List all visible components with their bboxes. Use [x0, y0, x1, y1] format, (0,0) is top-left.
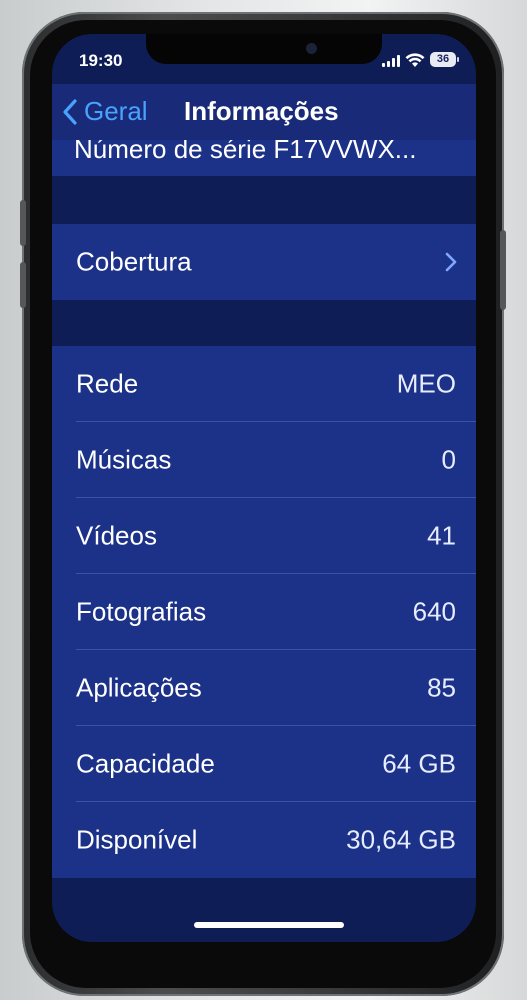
coverage-row[interactable]: Cobertura — [52, 224, 476, 300]
info-row-label: Disponível — [76, 824, 198, 855]
back-button[interactable]: Geral — [62, 96, 148, 127]
info-row-value: 41 — [427, 520, 456, 551]
notch — [146, 34, 382, 64]
info-row-0: Rede MEO — [52, 346, 476, 422]
info-row-label: Vídeos — [76, 520, 157, 551]
info-row-value: 640 — [412, 596, 456, 627]
info-row-value: 0 — [441, 444, 456, 475]
info-row-2: Vídeos 41 — [52, 498, 476, 574]
serial-number-label: Número de série F17VVWX... — [74, 140, 417, 164]
info-row-value: 85 — [427, 672, 456, 703]
info-row-label: Aplicações — [76, 672, 202, 703]
chevron-left-icon — [63, 98, 77, 125]
volume-button — [20, 200, 26, 246]
navigation-bar: Geral Informações — [52, 84, 476, 140]
info-row-value: 64 GB — [382, 748, 456, 779]
info-row-6: Disponível 30,64 GB — [52, 802, 476, 878]
info-row-1: Músicas 0 — [52, 422, 476, 498]
info-row-label: Fotografias — [76, 596, 207, 627]
serial-number-row: Número de série F17VVWX... — [52, 140, 476, 176]
coverage-label: Cobertura — [76, 246, 192, 277]
info-row-value: MEO — [396, 368, 456, 399]
info-row-3: Fotografias 640 — [52, 574, 476, 650]
info-row-value: 30,64 GB — [346, 824, 456, 855]
info-row-4: Aplicações 85 — [52, 650, 476, 726]
status-time: 19:30 — [79, 51, 123, 70]
page-title: Informações — [184, 96, 339, 126]
back-button-label: Geral — [84, 96, 148, 126]
info-row-5: Capacidade 64 GB — [52, 726, 476, 802]
battery-tip — [457, 57, 459, 62]
power-button — [500, 230, 506, 310]
home-indicator[interactable] — [194, 922, 344, 928]
info-row-label: Músicas — [76, 444, 172, 475]
phone-screen: 19:30 36 Geral Informações Número de sér… — [52, 34, 476, 942]
volume-button — [20, 262, 26, 308]
battery-icon: 36 — [430, 52, 456, 67]
front-camera — [306, 43, 317, 54]
cellular-signal-icon — [382, 55, 400, 67]
info-row-label: Capacidade — [76, 748, 215, 779]
wifi-icon — [405, 53, 425, 67]
chevron-right-icon — [445, 252, 457, 272]
info-row-label: Rede — [76, 368, 139, 399]
